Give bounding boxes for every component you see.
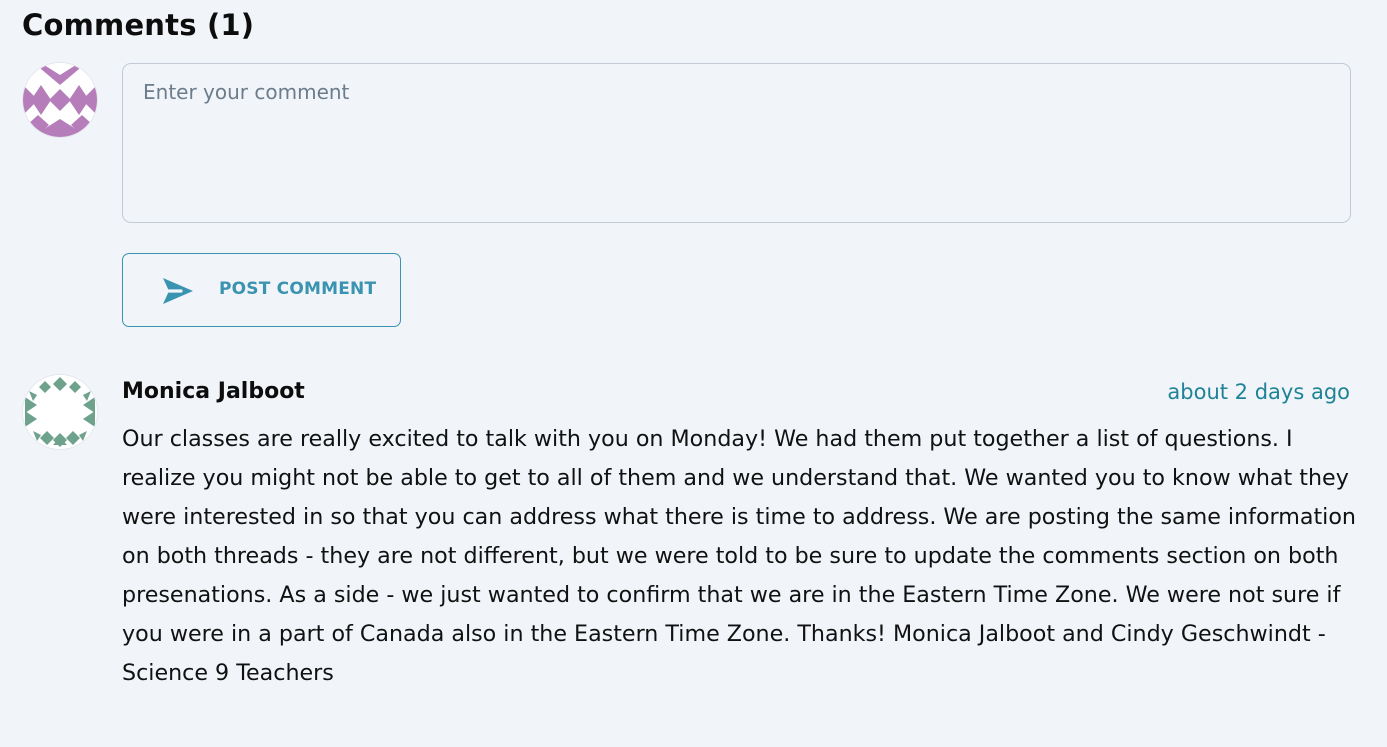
comment-author-avatar	[23, 375, 97, 449]
post-comment-button[interactable]: POST COMMENT	[122, 253, 401, 327]
identicon-icon	[23, 375, 97, 449]
comment-author: Monica Jalboot	[122, 379, 305, 404]
current-user-avatar	[23, 63, 97, 137]
comment-timestamp[interactable]: about 2 days ago	[1167, 380, 1350, 404]
post-comment-label: POST COMMENT	[219, 279, 377, 299]
comments-section: Comments (1) Enter your comment POST COM…	[0, 0, 1387, 747]
comment-input[interactable]	[122, 63, 1351, 223]
comments-title: Comments (1)	[22, 8, 255, 42]
identicon-icon	[23, 63, 97, 137]
send-icon	[163, 278, 193, 304]
comment-body: Our classes are really excited to talk w…	[122, 426, 1356, 686]
